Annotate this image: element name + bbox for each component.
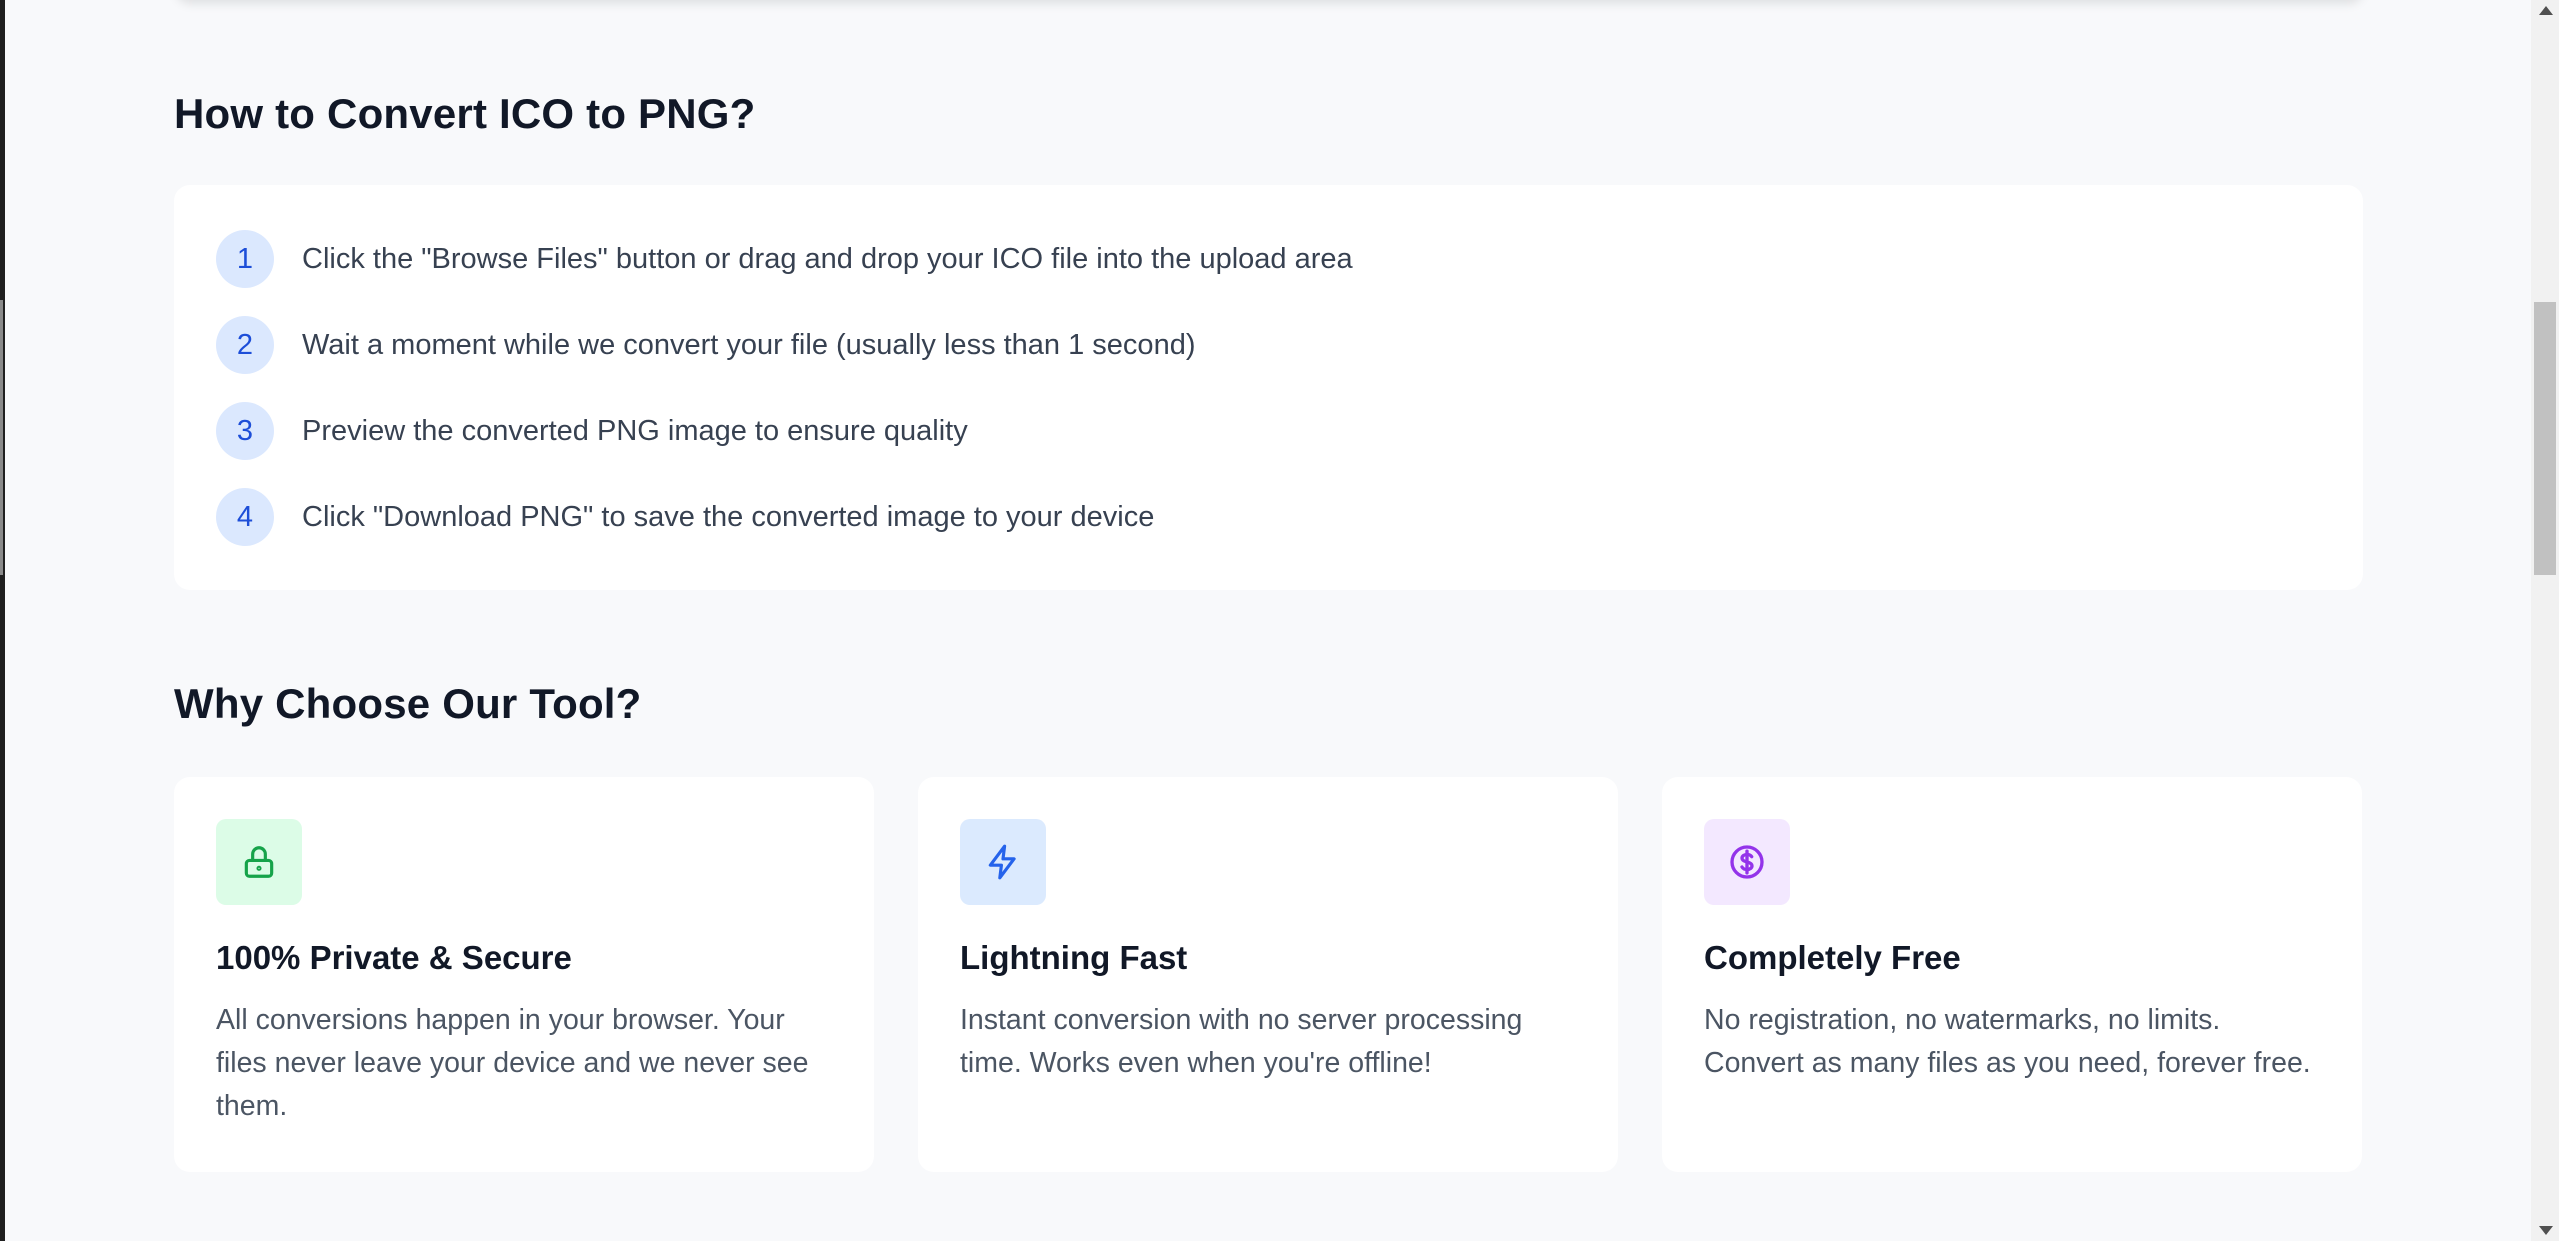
step-text: Wait a moment while we convert your file… <box>302 328 1196 361</box>
feature-card-fast: Lightning Fast Instant conversion with n… <box>918 777 1618 1172</box>
step-number-badge: 4 <box>216 488 274 546</box>
step-item: 3 Preview the converted PNG image to ens… <box>216 402 968 460</box>
dollar-circle-icon <box>1730 845 1764 879</box>
scroll-up-arrow-icon[interactable] <box>2539 6 2553 15</box>
lock-icon <box>244 846 274 878</box>
feature-card-private: 100% Private & Secure All conversions ha… <box>174 777 874 1172</box>
feature-icon-box <box>960 819 1046 905</box>
feature-title: Completely Free <box>1704 939 1961 976</box>
scrollbar-thumb[interactable] <box>2534 302 2556 575</box>
feature-icon-box <box>216 819 302 905</box>
window-left-edge <box>0 0 5 1241</box>
step-item: 2 Wait a moment while we convert your fi… <box>216 316 1195 374</box>
lightning-icon <box>988 844 1016 880</box>
step-item: 4 Click "Download PNG" to save the conve… <box>216 488 1154 546</box>
step-text: Click "Download PNG" to save the convert… <box>302 500 1155 533</box>
how-to-title: How to Convert ICO to PNG? <box>174 90 756 137</box>
feature-card-free: Completely Free No registration, no wate… <box>1662 777 2362 1172</box>
vertical-scrollbar[interactable] <box>2531 0 2559 1241</box>
feature-icon-box <box>1704 819 1790 905</box>
feature-description: Instant conversion with no server proces… <box>960 1004 1523 1079</box>
step-number-badge: 2 <box>216 316 274 374</box>
steps-card: 1 Click the "Browse Files" button or dra… <box>174 185 2363 590</box>
step-number-badge: 3 <box>216 402 274 460</box>
step-text: Preview the converted PNG image to ensur… <box>302 414 968 447</box>
feature-title: Lightning Fast <box>960 939 1188 976</box>
scroll-down-arrow-icon[interactable] <box>2539 1226 2553 1235</box>
feature-description: All conversions happen in your browser. … <box>216 1004 809 1122</box>
step-item: 1 Click the "Browse Files" button or dra… <box>216 230 1353 288</box>
step-text: Click the "Browse Files" button or drag … <box>302 242 1353 275</box>
why-choose-title: Why Choose Our Tool? <box>174 680 642 727</box>
feature-description: No registration, no watermarks, no limit… <box>1704 1004 2311 1079</box>
feature-title: 100% Private & Secure <box>216 939 572 976</box>
step-number-badge: 1 <box>216 230 274 288</box>
window-edge-marker <box>0 300 3 575</box>
